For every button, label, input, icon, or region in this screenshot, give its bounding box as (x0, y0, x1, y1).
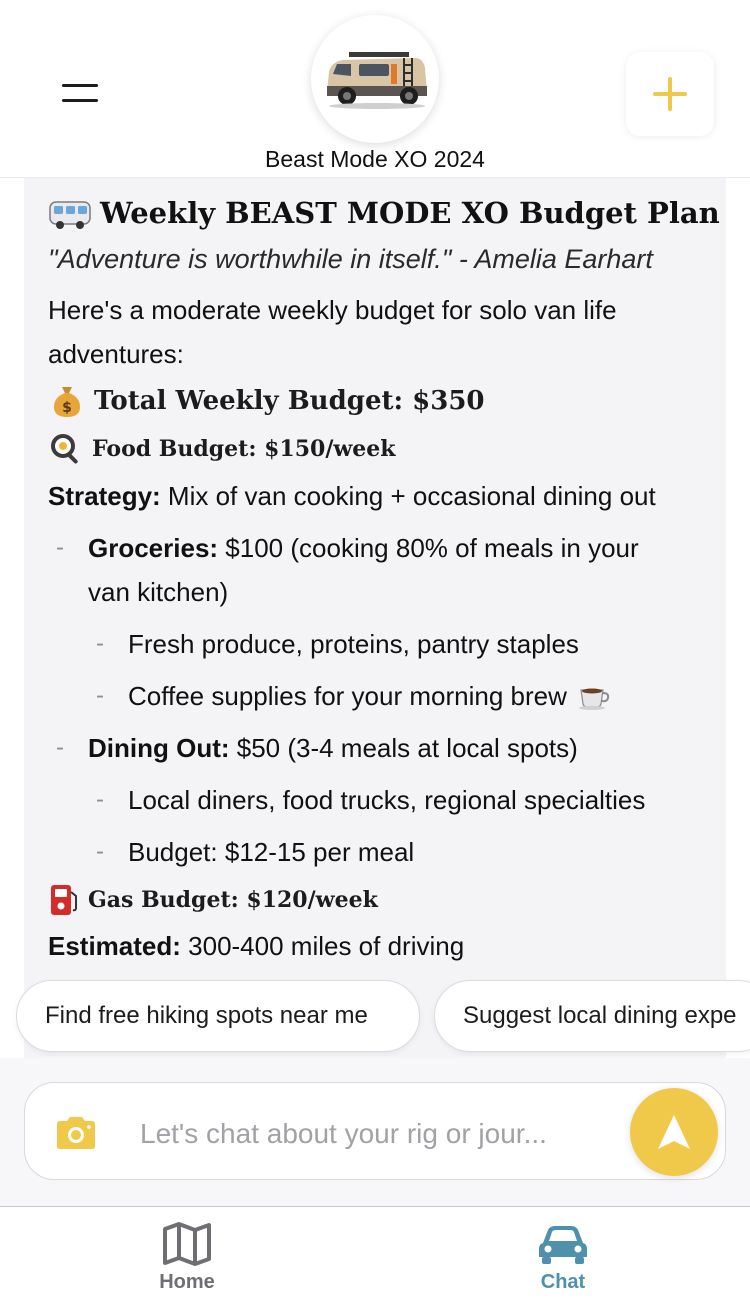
dining-sub-item: Budget: $12-15 per meal (128, 837, 415, 867)
intro-text: Here's a moderate weekly budget for solo… (48, 295, 617, 369)
groceries-text: $100 (cooking 80% of meals in your (218, 533, 639, 563)
chat-input[interactable] (138, 1112, 618, 1156)
vehicle-avatar[interactable] (311, 15, 439, 143)
coffee-supplies-text: Coffee supplies for your morning brew (128, 681, 567, 711)
camera-button[interactable] (50, 1110, 102, 1156)
strategy-line: Strategy: Mix of van cooking + occasiona… (48, 480, 656, 512)
dining-out-line: Dining Out: $50 (3-4 meals at local spot… (88, 732, 578, 764)
dining-text: $50 (3-4 meals at local spots) (229, 733, 578, 763)
groceries-text-continued: van kitchen) (88, 577, 229, 607)
groceries-label: Groceries: (88, 533, 219, 563)
strategy-label: Strategy: (48, 481, 161, 511)
tab-chat-label: Chat (540, 1271, 586, 1293)
estimated-label: Estimated: (48, 931, 181, 961)
frying-pan-icon (51, 434, 78, 464)
suggestion-chip-hiking[interactable]: Find free hiking spots near me (16, 980, 420, 1052)
list-dash: - (56, 734, 64, 761)
map-icon (163, 1222, 211, 1266)
total-budget-text: Total Weekly Budget: $350 (94, 386, 485, 416)
bottom-tab-bar: Home Chat (0, 1206, 750, 1303)
groceries-sub-item: Coffee supplies for your morning brew (128, 680, 611, 712)
gas-budget-text: Gas Budget: $120/week (88, 887, 378, 913)
assistant-message: Weekly BEAST MODE XO Budget Plan "Advent… (24, 178, 726, 1058)
dining-sub-item: Local diners, food trucks, regional spec… (128, 785, 646, 815)
coffee-icon (578, 688, 609, 710)
groceries-line: Groceries: $100 (cooking 80% of meals in… (88, 532, 639, 564)
list-dash: - (56, 534, 64, 561)
total-budget-heading: $ Total Weekly Budget: $350 (52, 383, 485, 419)
quote-text: "Adventure is worthwhile in itself." - A… (48, 244, 653, 274)
suggestion-chip-dining[interactable]: Suggest local dining expe (434, 980, 750, 1052)
minibus-icon (49, 201, 91, 229)
message-title: Weekly BEAST MODE XO Budget Plan (48, 196, 720, 230)
car-icon (539, 1226, 587, 1264)
dining-label: Dining Out: (88, 733, 230, 763)
strategy-text: Mix of van cooking + occasional dining o… (160, 481, 656, 511)
estimated-line: Estimated: 300-400 miles of driving (48, 930, 464, 962)
list-dash: - (96, 786, 104, 813)
svg-text:$: $ (62, 400, 72, 416)
list-dash: - (96, 630, 104, 657)
send-arrow-icon (658, 1115, 690, 1149)
tab-chat[interactable]: Chat (493, 1221, 633, 1301)
add-button[interactable] (626, 52, 714, 136)
message-title-text: Weekly BEAST MODE XO Budget Plan (100, 196, 720, 230)
top-header: Beast Mode XO 2024 (0, 0, 750, 178)
tab-home[interactable]: Home (117, 1221, 257, 1301)
estimated-text: 300-400 miles of driving (180, 931, 465, 961)
van-image (327, 52, 427, 109)
hamburger-menu-button[interactable] (50, 70, 110, 116)
menu-line (62, 99, 98, 102)
plus-icon (653, 77, 687, 111)
list-dash: - (96, 838, 104, 865)
food-budget-heading: Food Budget: $150/week (48, 431, 396, 467)
groceries-sub-item: Fresh produce, proteins, pantry staples (128, 629, 579, 659)
send-button[interactable] (630, 1088, 718, 1176)
fuel-pump-icon (51, 885, 77, 915)
camera-icon (57, 1117, 95, 1149)
gas-budget-heading: Gas Budget: $120/week (48, 882, 378, 918)
list-dash: - (96, 682, 104, 709)
food-budget-text: Food Budget: $150/week (92, 436, 396, 462)
money-bag-icon: $ (54, 387, 80, 417)
vehicle-name: Beast Mode XO 2024 (265, 146, 485, 172)
menu-line (62, 84, 98, 87)
tab-home-label: Home (159, 1271, 215, 1293)
